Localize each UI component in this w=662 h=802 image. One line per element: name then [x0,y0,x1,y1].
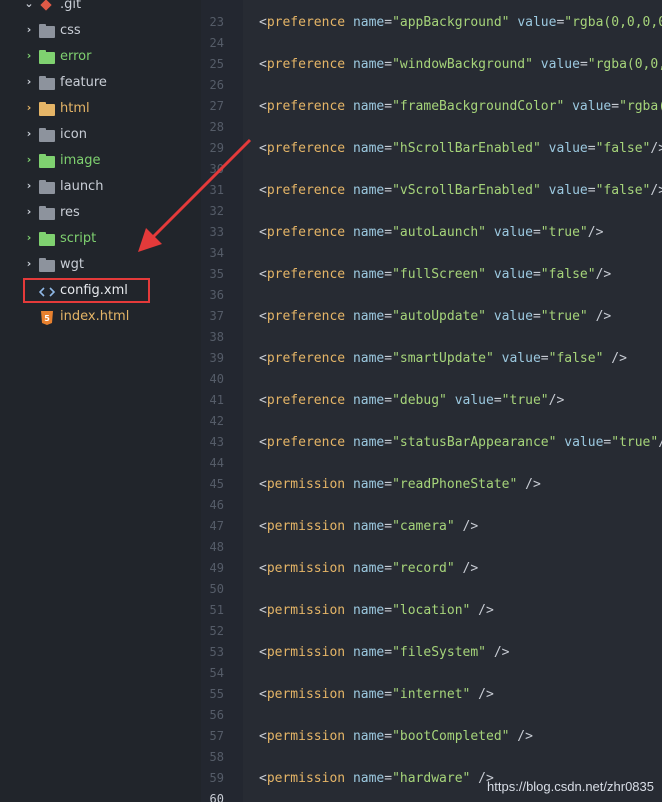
watermark: https://blog.csdn.net/zhr0835 [487,779,654,794]
annotation-arrow-icon [138,138,252,252]
